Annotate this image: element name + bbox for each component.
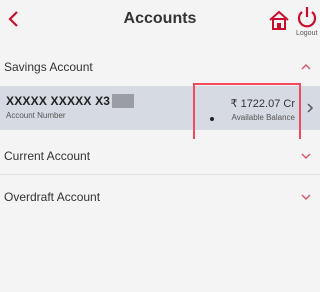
power-icon bbox=[297, 7, 317, 28]
balance-highlight-box bbox=[193, 83, 301, 141]
overdraft-account-label: Overdraft Account bbox=[4, 190, 101, 204]
savings-account-label: Savings Account bbox=[4, 60, 93, 74]
savings-account-header[interactable]: Savings Account bbox=[0, 50, 320, 86]
chevron-right-icon bbox=[307, 103, 314, 113]
overdraft-account-header[interactable]: Overdraft Account bbox=[0, 180, 320, 216]
app-header: Accounts Logout bbox=[0, 0, 320, 42]
logout-label: Logout bbox=[296, 30, 318, 37]
home-button[interactable] bbox=[268, 9, 290, 31]
divider bbox=[0, 174, 320, 175]
chevron-down-icon bbox=[301, 194, 311, 201]
home-icon bbox=[269, 10, 289, 30]
chevron-down-icon bbox=[301, 153, 311, 160]
account-number-label: Account Number bbox=[6, 111, 66, 120]
current-account-label: Current Account bbox=[4, 149, 91, 163]
account-number: XXXXX XXXXX X3 bbox=[6, 94, 111, 108]
chevron-up-icon bbox=[301, 63, 311, 70]
current-account-header[interactable]: Current Account bbox=[0, 139, 320, 175]
masked-digits bbox=[112, 94, 134, 108]
artifact-mark bbox=[210, 117, 214, 121]
